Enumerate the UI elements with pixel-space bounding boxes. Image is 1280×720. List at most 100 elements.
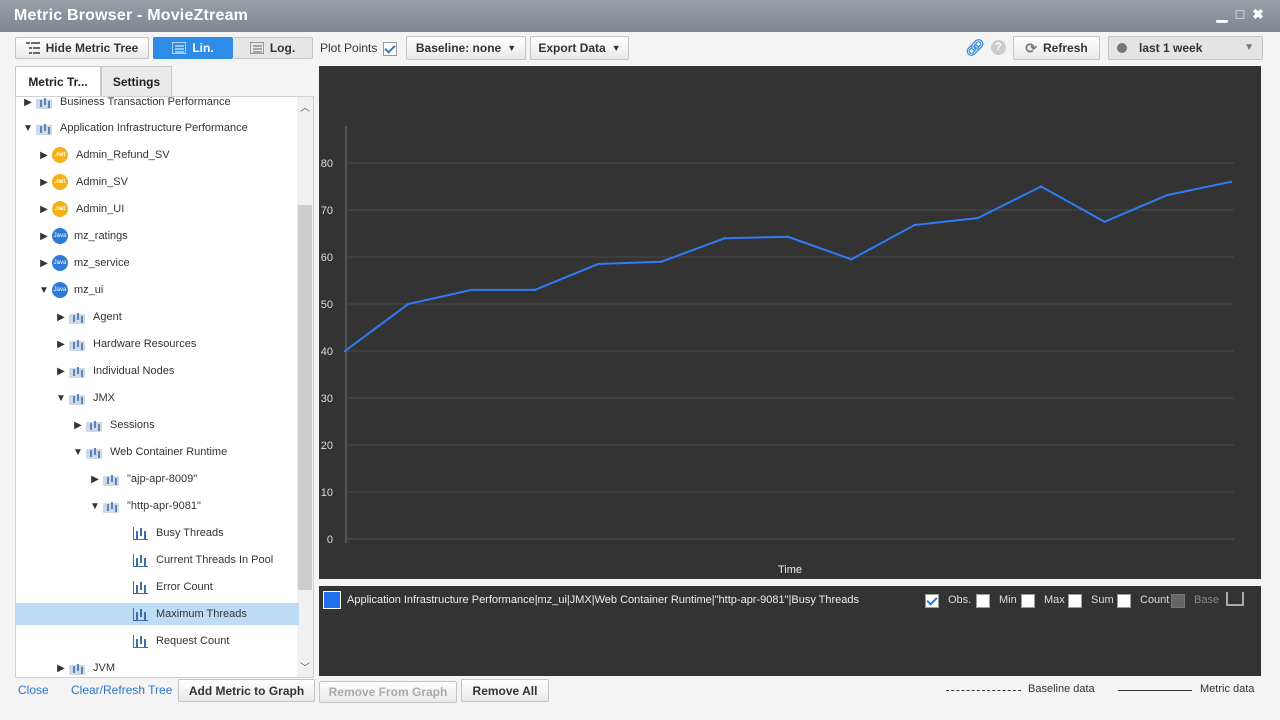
- tree-node[interactable]: ▶ Individual Nodes: [55, 360, 174, 382]
- log-scale-button[interactable]: Log.: [233, 37, 313, 59]
- linear-scale-button[interactable]: Lin.: [153, 37, 233, 59]
- tree-node[interactable]: ▶ Agent: [55, 306, 122, 328]
- tree-node[interactable]: Maximum Threads: [16, 603, 299, 625]
- series-color-swatch[interactable]: [323, 591, 341, 609]
- obs-label: Obs.: [948, 594, 972, 606]
- close-link[interactable]: Close: [18, 683, 49, 697]
- tree-node[interactable]: Error Count: [119, 576, 213, 598]
- obs-checkbox[interactable]: [925, 594, 939, 608]
- tree-node[interactable]: ▼ Web Container Runtime: [72, 441, 227, 463]
- close-icon[interactable]: ✖: [1250, 6, 1266, 22]
- tree-scrollbar[interactable]: ︿ ﹀: [297, 97, 313, 677]
- tree-node[interactable]: ▶ .net Admin_UI: [38, 198, 124, 220]
- scrollbar-thumb[interactable]: [298, 205, 312, 590]
- tree-node[interactable]: Current Threads In Pool: [119, 549, 273, 571]
- tree-node[interactable]: ▶ Java mz_service: [38, 252, 130, 274]
- y-tick-label: 70: [321, 205, 333, 217]
- folder-icon: [36, 121, 54, 135]
- tree-node-label: Error Count: [156, 581, 213, 593]
- series-line: [344, 180, 1232, 352]
- baseline-dropdown[interactable]: Baseline: none ▼: [406, 36, 526, 60]
- export-share-icon[interactable]: [1226, 592, 1244, 606]
- scroll-up-icon[interactable]: ︿: [300, 99, 310, 114]
- baseline-data-label: Baseline data: [1028, 683, 1095, 695]
- metric-icon: [133, 634, 148, 648]
- expand-arrow-icon[interactable]: ▶: [38, 258, 50, 269]
- expand-arrow-icon[interactable]: ▶: [38, 150, 50, 161]
- count-checkbox[interactable]: [1117, 594, 1131, 608]
- export-data-dropdown[interactable]: Export Data ▼: [530, 36, 629, 60]
- folder-icon: [69, 364, 87, 378]
- link-icon[interactable]: 🔗︎: [965, 38, 985, 58]
- tree-node[interactable]: ▶ Business Transaction Performance: [22, 97, 231, 113]
- tree-node[interactable]: ▼ Java mz_ui: [38, 279, 103, 301]
- expand-arrow-icon[interactable]: ▶: [55, 663, 67, 674]
- min-checkbox[interactable]: [976, 594, 990, 608]
- minimize-icon[interactable]: ▁: [1214, 6, 1230, 22]
- plot-points-checkbox[interactable]: [383, 42, 397, 56]
- tree-node[interactable]: ▶ JVM: [55, 657, 115, 677]
- expand-arrow-icon[interactable]: ▶: [55, 339, 67, 350]
- caret-down-icon: ▼: [611, 43, 621, 53]
- collapse-arrow-icon[interactable]: ▼: [89, 501, 101, 512]
- scroll-down-icon[interactable]: ﹀: [300, 659, 310, 674]
- remove-all-button[interactable]: Remove All: [461, 679, 549, 702]
- tree-node-label: mz_ui: [74, 284, 104, 296]
- chart-area: 0 10 20 30 40 50 60 70 80 Time: [319, 66, 1261, 579]
- tree-node[interactable]: ▶ Sessions: [72, 414, 155, 436]
- folder-icon: [69, 661, 87, 675]
- tree-icon: [25, 42, 40, 54]
- log-label: Log.: [269, 41, 296, 55]
- tab-settings[interactable]: Settings: [101, 66, 172, 96]
- expand-arrow-icon[interactable]: ▶: [22, 97, 34, 108]
- y-tick-label: 50: [321, 299, 333, 311]
- tree-node[interactable]: ▶ .net Admin_SV: [38, 171, 128, 193]
- java-icon: Java: [52, 255, 68, 271]
- metric-icon: [133, 553, 148, 567]
- add-metric-label: Add Metric to Graph: [188, 683, 305, 698]
- tree-node-label: Busy Threads: [156, 527, 224, 539]
- tree-node[interactable]: Busy Threads: [119, 522, 224, 544]
- tree-node[interactable]: ▼ "http-apr-9081": [89, 495, 201, 517]
- maximize-icon[interactable]: □: [1232, 6, 1248, 22]
- tree-node[interactable]: ▶ Java mz_ratings: [38, 225, 128, 247]
- clear-refresh-tree-link[interactable]: Clear/Refresh Tree: [71, 683, 172, 697]
- metric-tree: ︿ ﹀ ▶ Business Transaction Performance ▼ Ap…: [15, 96, 314, 678]
- tree-node[interactable]: ▼ JMX: [55, 387, 115, 409]
- hide-metric-tree-button[interactable]: Hide Metric Tree: [15, 37, 149, 59]
- tree-node[interactable]: ▶ .net Admin_Refund_SV: [38, 144, 170, 166]
- time-range-label: last 1 week: [1139, 41, 1203, 55]
- max-checkbox[interactable]: [1021, 594, 1035, 608]
- add-metric-to-graph-button[interactable]: Add Metric to Graph: [178, 679, 315, 702]
- tab-metric-tree-label: Metric Tr...: [28, 74, 88, 89]
- tree-node[interactable]: ▼ Application Infrastructure Performance: [22, 117, 248, 139]
- collapse-arrow-icon[interactable]: ▼: [38, 285, 50, 296]
- sum-checkbox[interactable]: [1068, 594, 1082, 608]
- expand-arrow-icon[interactable]: ▶: [38, 177, 50, 188]
- collapse-arrow-icon[interactable]: ▼: [22, 123, 34, 134]
- max-label: Max: [1044, 594, 1065, 606]
- time-range-dropdown[interactable]: last 1 week ▼: [1108, 36, 1263, 60]
- tree-node[interactable]: ▶ "ajp-apr-8009": [89, 468, 197, 490]
- metric-line-sample: [1118, 690, 1192, 691]
- collapse-arrow-icon[interactable]: ▼: [72, 447, 84, 458]
- help-icon[interactable]: ?: [991, 40, 1006, 55]
- tree-node[interactable]: Request Count: [119, 630, 229, 652]
- y-tick-label: 10: [321, 487, 333, 499]
- expand-arrow-icon[interactable]: ▶: [89, 474, 101, 485]
- expand-arrow-icon[interactable]: ▶: [55, 312, 67, 323]
- folder-icon: [86, 445, 104, 459]
- data-point: [470, 288, 473, 292]
- tab-metric-tree[interactable]: Metric Tr...: [15, 66, 101, 96]
- tree-node[interactable]: ▶ Hardware Resources: [55, 333, 196, 355]
- expand-arrow-icon[interactable]: ▶: [55, 366, 67, 377]
- line-chart: 0 10 20 30 40 50 60 70 80 Time: [321, 126, 1234, 576]
- metric-icon: [133, 526, 148, 540]
- collapse-arrow-icon[interactable]: ▼: [55, 393, 67, 404]
- expand-arrow-icon[interactable]: ▶: [38, 204, 50, 215]
- expand-arrow-icon[interactable]: ▶: [72, 420, 84, 431]
- refresh-button[interactable]: ⟳ Refresh: [1013, 36, 1100, 60]
- data-point: [1229, 180, 1233, 183]
- tree-node-label: Agent: [93, 311, 122, 323]
- expand-arrow-icon[interactable]: ▶: [38, 231, 50, 242]
